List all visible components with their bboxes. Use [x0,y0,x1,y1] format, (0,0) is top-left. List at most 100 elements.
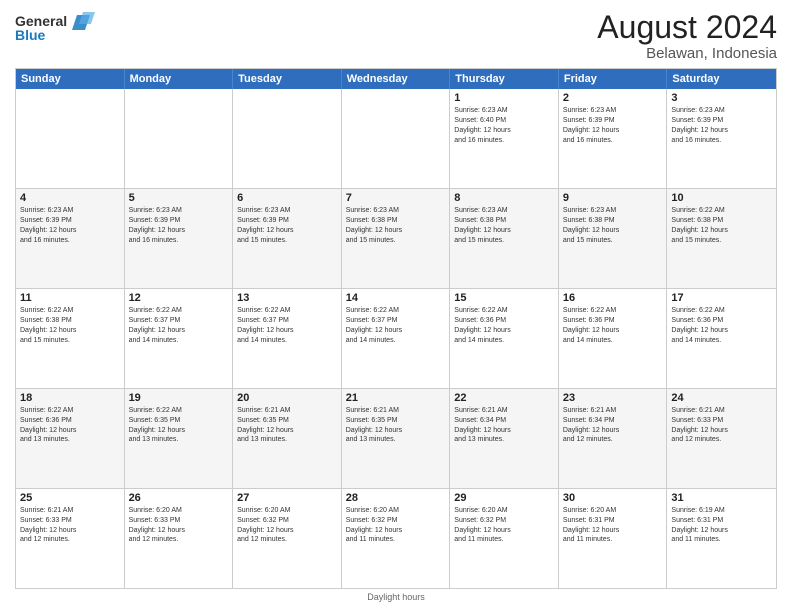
calendar-cell-31: 31 Sunrise: 6:19 AM Sunset: 6:31 PM Dayli… [667,489,776,588]
day-number: 3 [671,92,772,104]
calendar-cell-15: 15Sunrise: 6:22 AM Sunset: 6:36 PM Dayli… [450,289,559,388]
day-info: Sunrise: 6:23 AM Sunset: 6:39 PM Dayligh… [20,206,120,245]
day-info: Sunrise: 6:23 AM Sunset: 6:39 PM Dayligh… [237,206,337,245]
weekday-header-thursday: Thursday [450,69,559,89]
day-number: 18 [20,392,120,404]
day-info: Sunrise: 6:21 AM Sunset: 6:34 PM Dayligh… [563,406,663,445]
day-info: Sunrise: 6:23 AM Sunset: 6:40 PM Dayligh… [454,106,554,145]
weekday-header-tuesday: Tuesday [233,69,342,89]
day-info: Sunrise: 6:19 AM Sunset: 6:31 PM Dayligh… [671,506,772,545]
calendar-cell-8: 8Sunrise: 6:23 AM Sunset: 6:38 PM Daylig… [450,189,559,288]
calendar-body: 1 Sunrise: 6:23 AM Sunset: 6:40 PM Daylig… [16,89,776,588]
day-number: 20 [237,392,337,404]
day-info: Sunrise: 6:20 AM Sunset: 6:33 PM Dayligh… [129,506,229,545]
day-info: Sunrise: 6:23 AM Sunset: 6:38 PM Dayligh… [346,206,446,245]
day-number: 27 [237,492,337,504]
calendar-cell-28: 28 Sunrise: 6:20 AM Sunset: 6:32 PM Dayli… [342,489,451,588]
footer-note: Daylight hours [15,592,777,602]
calendar-cell-5: 5 Sunrise: 6:23 AM Sunset: 6:39 PM Daylig… [125,189,234,288]
day-info: Sunrise: 6:20 AM Sunset: 6:32 PM Dayligh… [237,506,337,545]
calendar-cell-20: 20 Sunrise: 6:21 AM Sunset: 6:35 PM Dayli… [233,389,342,488]
calendar-cell-4: 4 Sunrise: 6:23 AM Sunset: 6:39 PM Daylig… [16,189,125,288]
day-number: 2 [563,92,663,104]
weekday-header-friday: Friday [559,69,668,89]
calendar-cell-30: 30Sunrise: 6:20 AM Sunset: 6:31 PM Dayli… [559,489,668,588]
calendar-cell-empty-0-3 [342,89,451,188]
title-block: August 2024 Belawan, Indonesia [597,10,777,62]
calendar-cell-27: 27 Sunrise: 6:20 AM Sunset: 6:32 PM Dayli… [233,489,342,588]
calendar-cell-25: 25Sunrise: 6:21 AM Sunset: 6:33 PM Dayli… [16,489,125,588]
day-info: Sunrise: 6:22 AM Sunset: 6:35 PM Dayligh… [129,406,229,445]
day-number: 7 [346,192,446,204]
day-number: 19 [129,392,229,404]
calendar-cell-empty-0-1 [125,89,234,188]
weekday-header-wednesday: Wednesday [342,69,451,89]
day-info: Sunrise: 6:23 AM Sunset: 6:39 PM Dayligh… [671,106,772,145]
day-info: Sunrise: 6:22 AM Sunset: 6:36 PM Dayligh… [454,306,554,345]
calendar-cell-22: 22 Sunrise: 6:21 AM Sunset: 6:34 PM Dayli… [450,389,559,488]
calendar-cell-1: 1 Sunrise: 6:23 AM Sunset: 6:40 PM Daylig… [450,89,559,188]
day-number: 8 [454,192,554,204]
logo-svg: General Blue [15,10,105,46]
day-number: 24 [671,392,772,404]
weekday-header-sunday: Sunday [16,69,125,89]
calendar-cell-14: 14Sunrise: 6:22 AM Sunset: 6:37 PM Dayli… [342,289,451,388]
calendar-cell-12: 12Sunrise: 6:22 AM Sunset: 6:37 PM Dayli… [125,289,234,388]
day-info: Sunrise: 6:20 AM Sunset: 6:31 PM Dayligh… [563,506,663,545]
day-info: Sunrise: 6:22 AM Sunset: 6:36 PM Dayligh… [563,306,663,345]
day-number: 11 [20,292,120,304]
calendar-row-4: 25Sunrise: 6:21 AM Sunset: 6:33 PM Dayli… [16,488,776,588]
calendar-row-0: 1 Sunrise: 6:23 AM Sunset: 6:40 PM Daylig… [16,89,776,188]
calendar-row-3: 18 Sunrise: 6:22 AM Sunset: 6:36 PM Dayli… [16,388,776,488]
day-number: 29 [454,492,554,504]
calendar-cell-empty-0-2 [233,89,342,188]
calendar-header: SundayMondayTuesdayWednesdayThursdayFrid… [16,69,776,89]
day-info: Sunrise: 6:21 AM Sunset: 6:35 PM Dayligh… [237,406,337,445]
day-number: 21 [346,392,446,404]
calendar-cell-7: 7 Sunrise: 6:23 AM Sunset: 6:38 PM Daylig… [342,189,451,288]
day-number: 31 [671,492,772,504]
day-number: 16 [563,292,663,304]
weekday-header-saturday: Saturday [667,69,776,89]
calendar-cell-21: 21 Sunrise: 6:21 AM Sunset: 6:35 PM Dayli… [342,389,451,488]
day-info: Sunrise: 6:21 AM Sunset: 6:33 PM Dayligh… [20,506,120,545]
day-number: 5 [129,192,229,204]
calendar-cell-16: 16 Sunrise: 6:22 AM Sunset: 6:36 PM Dayli… [559,289,668,388]
day-number: 9 [563,192,663,204]
header: General Blue August 2024 Belawan, Indone… [15,10,777,62]
day-info: Sunrise: 6:21 AM Sunset: 6:35 PM Dayligh… [346,406,446,445]
day-info: Sunrise: 6:22 AM Sunset: 6:36 PM Dayligh… [671,306,772,345]
calendar-cell-11: 11 Sunrise: 6:22 AM Sunset: 6:38 PM Dayli… [16,289,125,388]
page-subtitle: Belawan, Indonesia [597,45,777,62]
day-number: 17 [671,292,772,304]
day-number: 28 [346,492,446,504]
day-info: Sunrise: 6:23 AM Sunset: 6:39 PM Dayligh… [129,206,229,245]
day-number: 23 [563,392,663,404]
day-number: 1 [454,92,554,104]
day-number: 4 [20,192,120,204]
calendar-cell-9: 9 Sunrise: 6:23 AM Sunset: 6:38 PM Daylig… [559,189,668,288]
day-info: Sunrise: 6:23 AM Sunset: 6:38 PM Dayligh… [563,206,663,245]
calendar: SundayMondayTuesdayWednesdayThursdayFrid… [15,68,777,589]
day-number: 14 [346,292,446,304]
day-number: 22 [454,392,554,404]
day-info: Sunrise: 6:22 AM Sunset: 6:36 PM Dayligh… [20,406,120,445]
calendar-cell-3: 3 Sunrise: 6:23 AM Sunset: 6:39 PM Daylig… [667,89,776,188]
calendar-row-2: 11 Sunrise: 6:22 AM Sunset: 6:38 PM Dayli… [16,288,776,388]
day-info: Sunrise: 6:20 AM Sunset: 6:32 PM Dayligh… [346,506,446,545]
day-info: Sunrise: 6:22 AM Sunset: 6:38 PM Dayligh… [20,306,120,345]
day-info: Sunrise: 6:21 AM Sunset: 6:34 PM Dayligh… [454,406,554,445]
day-info: Sunrise: 6:22 AM Sunset: 6:37 PM Dayligh… [129,306,229,345]
weekday-header-monday: Monday [125,69,234,89]
calendar-cell-26: 26Sunrise: 6:20 AM Sunset: 6:33 PM Dayli… [125,489,234,588]
calendar-row-1: 4 Sunrise: 6:23 AM Sunset: 6:39 PM Daylig… [16,188,776,288]
calendar-cell-23: 23 Sunrise: 6:21 AM Sunset: 6:34 PM Dayli… [559,389,668,488]
calendar-cell-17: 17 Sunrise: 6:22 AM Sunset: 6:36 PM Dayli… [667,289,776,388]
day-number: 13 [237,292,337,304]
calendar-cell-13: 13Sunrise: 6:22 AM Sunset: 6:37 PM Dayli… [233,289,342,388]
calendar-cell-24: 24 Sunrise: 6:21 AM Sunset: 6:33 PM Dayli… [667,389,776,488]
calendar-cell-29: 29Sunrise: 6:20 AM Sunset: 6:32 PM Dayli… [450,489,559,588]
day-info: Sunrise: 6:21 AM Sunset: 6:33 PM Dayligh… [671,406,772,445]
calendar-cell-empty-0-0 [16,89,125,188]
svg-text:Blue: Blue [15,27,46,43]
